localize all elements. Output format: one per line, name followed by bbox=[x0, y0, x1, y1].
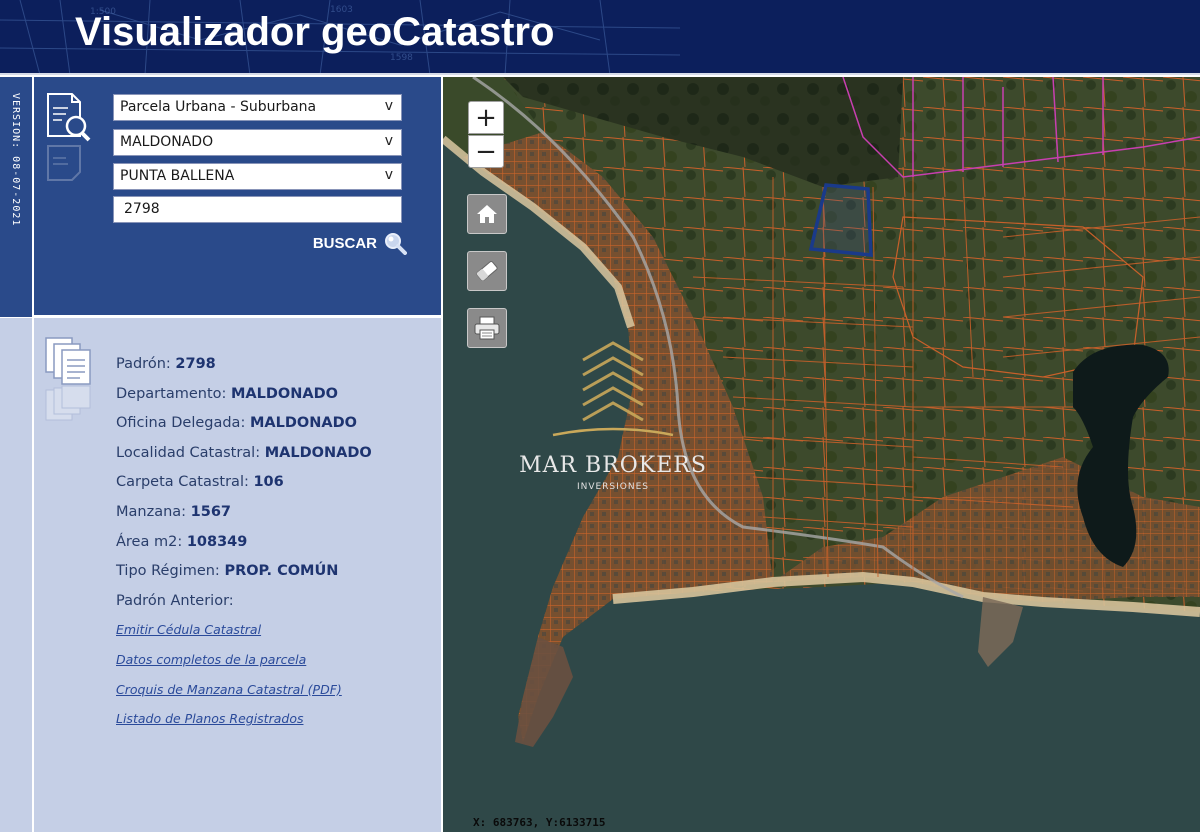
link-listado-planos[interactable]: Listado de Planos Registrados bbox=[116, 711, 372, 741]
info-departamento: Departamento: MALDONADO bbox=[116, 385, 338, 402]
zoom-out-button[interactable]: − bbox=[468, 135, 504, 168]
app-header: 1:500 1603 1598 Visualizador geoCatastro bbox=[0, 0, 1200, 75]
info-oficina-delegada: Oficina Delegada: MALDONADO bbox=[116, 415, 357, 432]
link-datos-completos[interactable]: Datos completos de la parcela bbox=[116, 652, 372, 682]
home-icon bbox=[477, 205, 497, 223]
department-value: MALDONADO bbox=[120, 134, 214, 150]
department-select[interactable]: MALDONADO v bbox=[113, 129, 402, 156]
watermark-chevrons bbox=[552, 341, 674, 437]
link-croquis-manzana[interactable]: Croquis de Manzana Catastral (PDF) bbox=[116, 682, 372, 712]
locality-value: PUNTA BALLENA bbox=[120, 168, 235, 184]
info-padron-anterior: Padrón Anterior: bbox=[116, 592, 234, 609]
search-button[interactable]: BUSCAR bbox=[313, 231, 407, 255]
version-strip-lower bbox=[0, 318, 34, 832]
info-tipo-regimen: Tipo Régimen: PROP. COMÚN bbox=[116, 563, 339, 580]
coordinates-readout: X: 683763, Y:6133715 bbox=[473, 816, 606, 829]
locality-select[interactable]: PUNTA BALLENA v bbox=[113, 163, 402, 190]
watermark-logo: MAR BROKERS INVERSIONES bbox=[503, 335, 723, 505]
printer-icon bbox=[474, 316, 500, 340]
version-strip: VERSION: 08-07-2021 bbox=[0, 77, 34, 317]
documents-icon bbox=[45, 337, 91, 421]
home-button[interactable] bbox=[467, 194, 507, 234]
parcel-info-panel: Padrón: 2798 Departamento: MALDONADO Ofi… bbox=[34, 318, 441, 832]
parcel-type-value: Parcela Urbana - Suburbana bbox=[120, 99, 317, 115]
info-localidad-catastral: Localidad Catastral: MALDONADO bbox=[116, 444, 372, 461]
print-button[interactable] bbox=[467, 308, 507, 348]
page-title: Visualizador geoCatastro bbox=[75, 10, 555, 54]
link-emitir-cedula[interactable]: Emitir Cédula Catastral bbox=[116, 622, 372, 652]
parcel-type-select[interactable]: Parcela Urbana - Suburbana v bbox=[113, 94, 402, 121]
info-carpeta-catastral: Carpeta Catastral: 106 bbox=[116, 474, 284, 491]
parcel-info-list: Padrón: 2798 Departamento: MALDONADO Ofi… bbox=[116, 356, 372, 741]
search-button-label: BUSCAR bbox=[312, 234, 377, 252]
magnifier-icon bbox=[385, 233, 407, 255]
chevron-down-icon: v bbox=[384, 133, 393, 149]
search-panel: Parcela Urbana - Suburbana v MALDONADO v… bbox=[34, 77, 441, 317]
watermark-subtext: INVERSIONES bbox=[576, 482, 650, 492]
eraser-button[interactable] bbox=[467, 251, 507, 291]
padron-input[interactable]: 2798 bbox=[113, 196, 402, 223]
map-viewport[interactable]: MAR BROKERS INVERSIONES + − X: 683763, Y… bbox=[443, 77, 1200, 832]
watermark-text: MAR BROKERS bbox=[519, 453, 707, 478]
info-manzana: Manzana: 1567 bbox=[116, 503, 232, 520]
geocatastro-app: 1:500 1603 1598 Visualizador geoCatastro V… bbox=[0, 0, 1200, 832]
info-area: Área m2: 108349 bbox=[116, 533, 248, 550]
zoom-in-button[interactable]: + bbox=[468, 101, 504, 134]
chevron-down-icon: v bbox=[384, 98, 393, 114]
chevron-down-icon: v bbox=[384, 167, 393, 183]
info-padron: Padrón: 2798 bbox=[116, 356, 216, 372]
document-search-icon bbox=[47, 93, 91, 181]
eraser-icon bbox=[476, 261, 498, 281]
version-label: VERSION: 08-07-2021 bbox=[10, 93, 21, 227]
